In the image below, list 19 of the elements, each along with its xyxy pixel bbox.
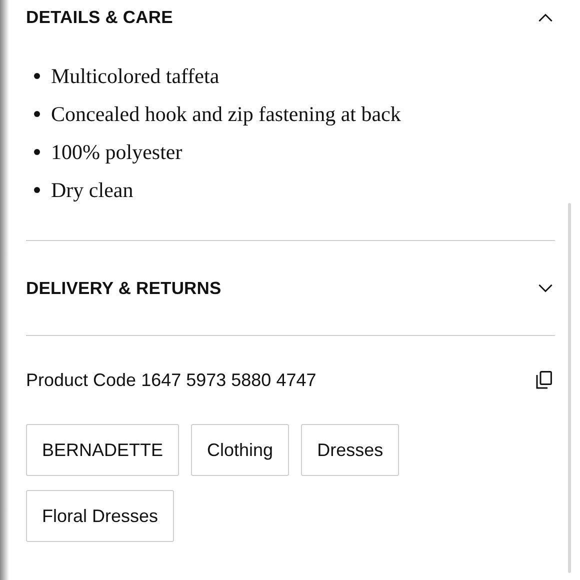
bullet-icon [34,187,40,193]
list-item: Concealed hook and zip fastening at back [51,102,401,126]
scrollbar[interactable] [568,203,571,573]
chevron-up-icon[interactable] [538,12,553,22]
product-code: Product Code 1647 5973 5880 4747 [26,370,316,390]
bullet-icon [34,149,40,155]
list-item: Multicolored taffeta [51,64,220,88]
chevron-down-icon[interactable] [538,284,553,292]
copy-icon[interactable] [536,371,552,389]
tag-link[interactable]: Floral Dresses [26,490,174,542]
section-title[interactable]: DELIVERY & RETURNS [26,278,222,298]
tag-link[interactable]: BERNADETTE [26,424,180,476]
list-item: Dry clean [51,178,134,202]
tag-link[interactable]: Dresses [301,424,400,476]
section-title[interactable]: DETAILS & CARE [26,6,173,28]
list-item: 100% polyester [51,140,182,164]
bullet-icon [34,111,40,117]
tag-link[interactable]: Clothing [191,424,290,476]
bullet-icon [34,73,40,79]
